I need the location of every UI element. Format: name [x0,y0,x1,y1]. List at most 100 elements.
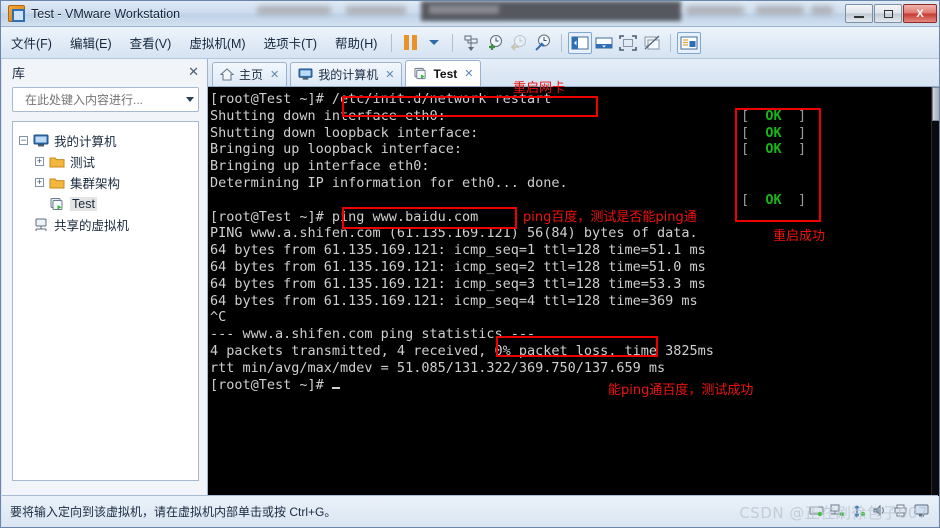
terminal-line: Bringing up loopback interface: [210,141,462,158]
usb-icon[interactable] [850,503,867,518]
toolbar-separator [452,33,454,52]
sidebar-item-shared-vms[interactable]: 共享的虚拟机 [19,214,192,235]
library-close-icon[interactable]: ✕ [188,64,199,80]
sidebar-item-label: 共享的虚拟机 [54,219,130,233]
expander-placeholder [35,199,44,208]
terminal-line: Determining IP information for eth0... d… [210,175,568,191]
terminal-line: rtt min/avg/max/mdev = 51.085/131.322/36… [210,359,666,376]
status-device-icons [808,503,930,518]
display-icon[interactable] [913,503,930,518]
snapshot-add-icon[interactable] [483,32,507,54]
sidebar-item-label: 我的计算机 [54,135,117,149]
shared-vm-icon [35,218,47,231]
hdd-icon[interactable] [808,503,825,518]
toolbar-separator [670,33,672,52]
terminal-line: [root@Test ~]# ping www.baidu.com [210,208,479,225]
chevron-down-icon[interactable] [186,97,194,102]
snapshot-manager-icon[interactable] [531,32,555,54]
network-icon[interactable] [829,503,846,518]
folder-icon [49,178,65,188]
tab-label: Test [433,66,458,81]
minimize-button[interactable] [845,4,873,23]
terminal-line: 4 packets transmitted, 4 received, 0% pa… [210,343,714,359]
menu-help[interactable]: 帮助(H) [327,30,385,55]
vm-running-icon [50,197,63,210]
sidebar-item-cluster[interactable]: + 集群架构 [19,172,192,193]
printer-icon[interactable] [892,503,909,518]
pause-icon[interactable] [398,32,422,54]
full-screen-icon[interactable] [616,32,640,54]
scrollbar-thumb[interactable] [932,87,939,121]
menu-tabs[interactable]: 选项卡(T) [256,30,325,55]
unity-mode-icon[interactable] [640,32,664,54]
annotation-ping-success: 能ping通百度，测试成功 [608,383,754,398]
status-bar: 要将输入定向到该虚拟机，请在虚拟机内部单击或按 Ctrl+G。 CSDN @正在… [2,495,938,526]
terminal-line: Shutting down interface eth0: [210,107,446,124]
vmware-icon [8,5,25,22]
home-icon [220,68,234,81]
library-panel: 库 ✕ − 我的计算机 + [2,59,208,496]
library-title: 库 [12,65,26,81]
terminal-line: 64 bytes from 61.135.169.121: icmp_seq=1… [210,242,706,259]
menu-file[interactable]: 文件(F) [3,30,60,55]
console-view-icon[interactable] [677,31,702,54]
tab-close-icon[interactable]: ✕ [385,68,394,81]
terminal-status-ok: [ OK ] [741,107,807,124]
tab-my-computer[interactable]: 我的计算机 ✕ [290,62,403,86]
sidebar-item-test[interactable]: Test [19,193,192,214]
annotation-restart-nic: 重启网卡 [513,81,566,96]
library-search-box[interactable] [12,87,199,112]
terminal-line: 64 bytes from 61.135.169.121: icmp_seq=3… [210,275,706,292]
menu-edit[interactable]: 编辑(E) [62,30,120,55]
terminal-line: [root@Test ~]# /etc/init.d/network resta… [210,91,552,107]
terminal-line: PING www.a.shifen.com (61.135.169.121) 5… [210,225,698,242]
vm-running-icon [414,67,427,80]
collapse-expander-icon[interactable]: − [19,136,28,145]
sidebar-item-label: 测试 [70,156,96,170]
sidebar-item-ceshi[interactable]: + 测试 [19,151,192,172]
title-bar: Test - VMware Workstation X [1,1,939,27]
tab-label: 我的计算机 [318,68,379,82]
menu-vm[interactable]: 虚拟机(M) [181,30,253,55]
tab-close-icon[interactable]: ✕ [270,68,279,81]
terminal-line: Bringing up interface eth0: [210,158,430,175]
tab-close-icon[interactable]: ✕ [464,67,473,80]
expand-expander-icon[interactable]: + [35,178,44,187]
vmware-workstation-window: Test - VMware Workstation X 文件(F) 编辑(E) … [0,0,940,528]
vm-console-terminal[interactable]: [root@Test ~]# /etc/init.d/network resta… [208,87,939,496]
tab-home[interactable]: 主页 ✕ [212,62,288,86]
sidebar-item-label: 集群架构 [70,177,121,191]
toolbar-separator [391,33,393,52]
maximize-button[interactable] [874,4,902,23]
show-thumbnail-bar-icon[interactable] [592,32,616,54]
terminal-status-ok: [ OK ] [741,124,807,141]
status-message: 要将输入定向到该虚拟机，请在虚拟机内部单击或按 Ctrl+G。 [10,504,337,519]
terminal-line: ^C [210,309,227,326]
folder-icon [49,157,65,167]
window-title: Test - VMware Workstation [31,6,181,21]
terminal-scrollbar[interactable] [931,87,939,496]
blurred-overlay [251,1,841,27]
sidebar-item-label: Test [70,196,97,211]
search-input[interactable] [23,91,182,108]
close-button[interactable]: X [903,4,937,23]
terminal-line: --- www.a.shifen.com ping statistics --- [210,326,536,343]
terminal-line: [root@Test ~]# [210,377,340,393]
sidebar-item-my-computer[interactable]: − 我的计算机 [19,130,192,151]
menu-view[interactable]: 查看(V) [122,30,180,55]
snapshot-revert-icon[interactable] [507,32,531,54]
dropdown-caret-icon[interactable] [422,32,446,54]
show-library-icon[interactable] [568,31,593,54]
annotation-ping-baidu: ping百度，测试是否能ping通 [523,210,697,225]
power-down-icon[interactable] [459,32,483,54]
terminal-line: 64 bytes from 61.135.169.121: icmp_seq=4… [210,292,698,309]
terminal-cursor [331,386,340,389]
window-controls: X [845,4,937,23]
terminal-status-ok: [ OK ] [741,141,807,158]
annotation-restart-success: 重启成功 [773,229,826,244]
computer-icon [33,134,49,146]
expand-expander-icon[interactable]: + [35,157,44,166]
sound-icon[interactable] [871,503,888,518]
tab-test[interactable]: Test ✕ [405,60,482,86]
terminal-line: Shutting down loopback interface: [210,124,479,141]
